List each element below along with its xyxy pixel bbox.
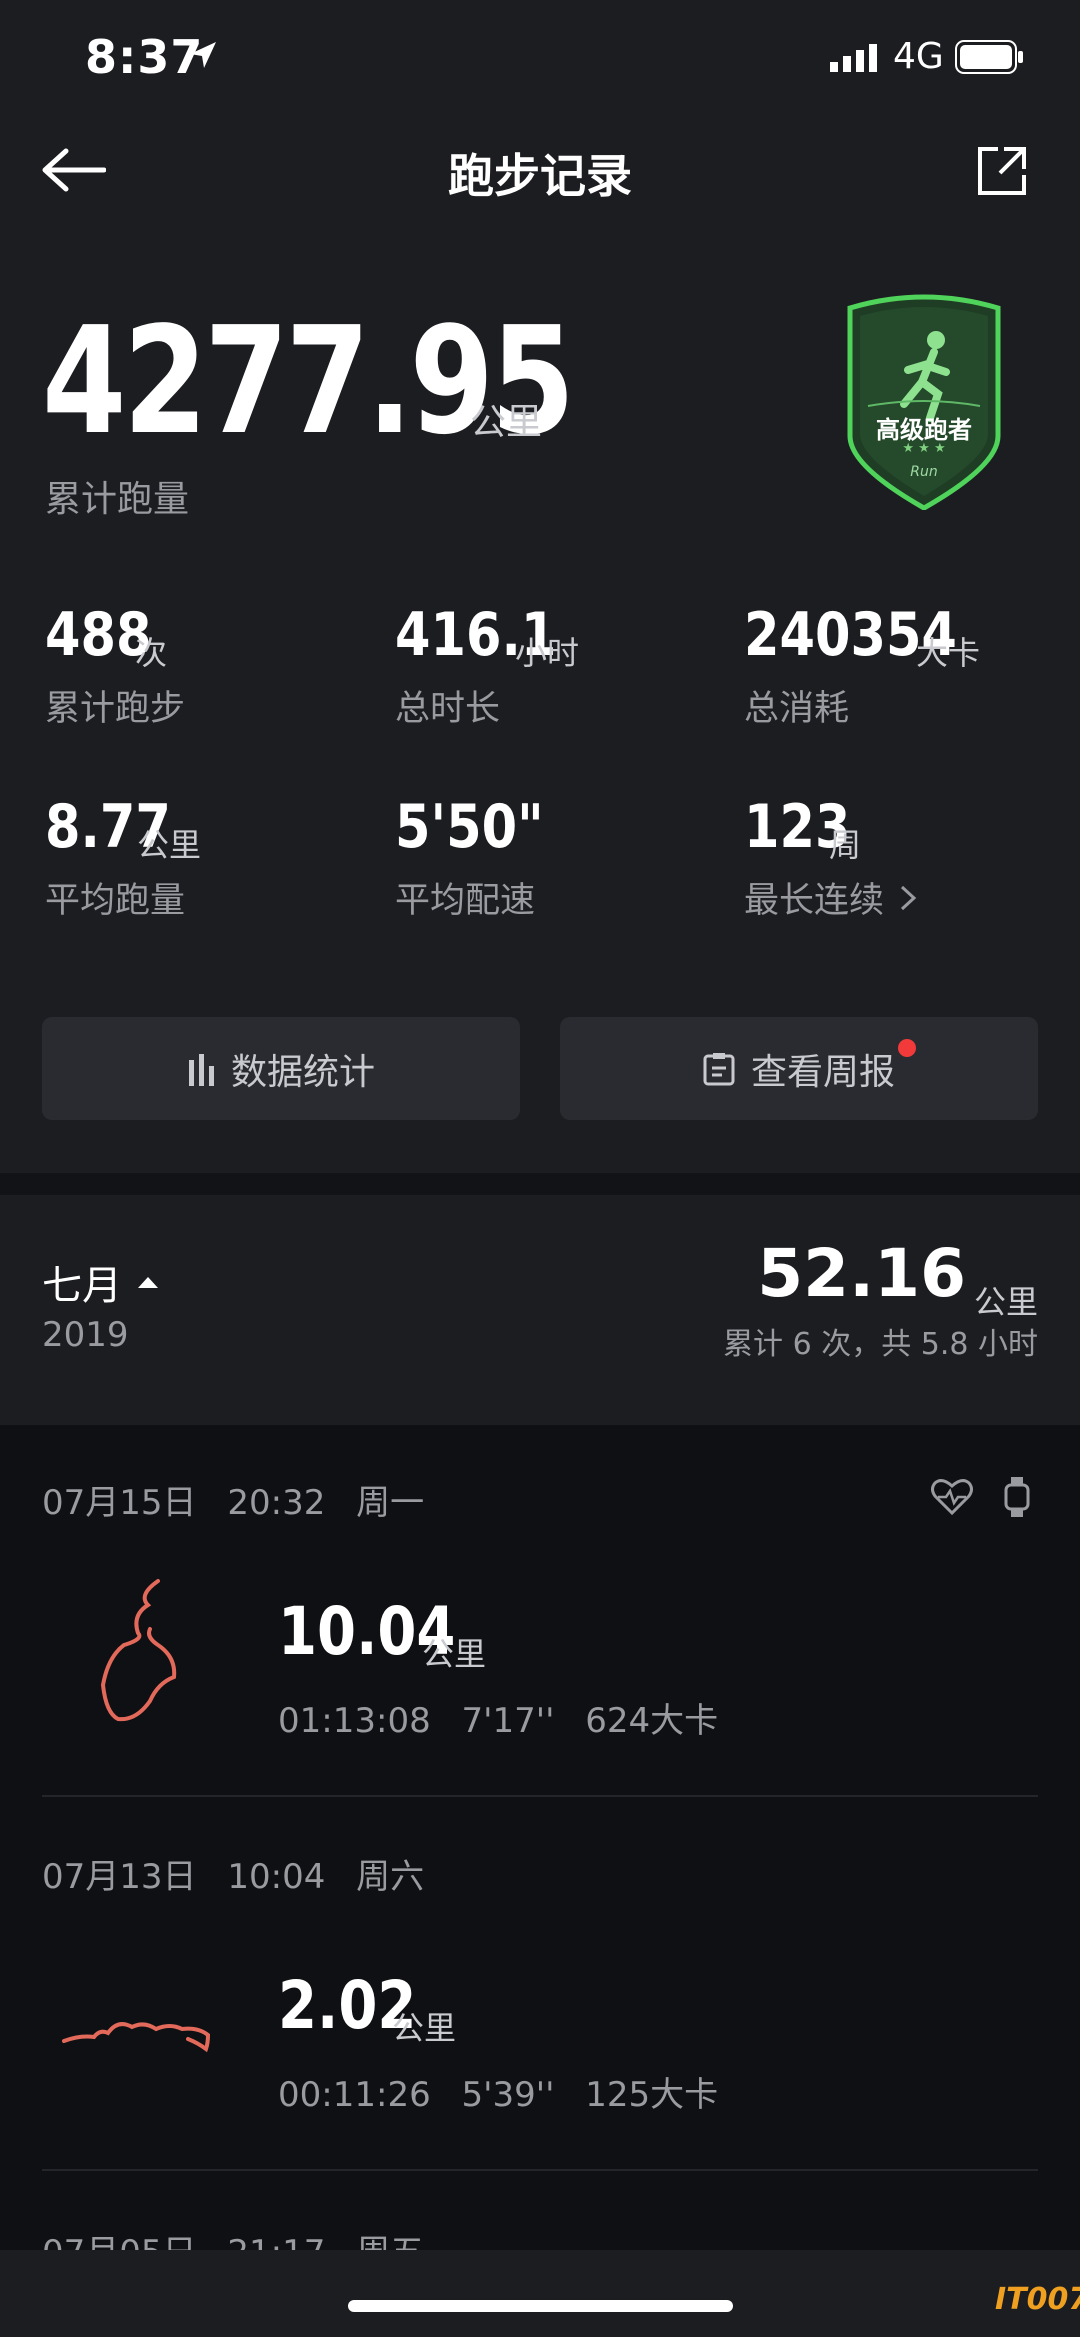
- data-statistics-button[interactable]: 数据统计: [42, 1017, 520, 1120]
- month-distance: 52.16: [757, 1235, 966, 1312]
- record-time: 20:32: [227, 1483, 326, 1523]
- bar-chart-icon: [188, 1053, 214, 1086]
- record-distance-row: 10.04 公里: [278, 1593, 678, 1673]
- caret-up-icon: [138, 1277, 158, 1288]
- home-indicator[interactable]: [348, 2300, 733, 2312]
- record-date: 07月05日: [42, 2233, 197, 2250]
- notification-dot: [898, 1039, 916, 1057]
- badge-sub: Run: [910, 464, 938, 480]
- network-type: 4G: [893, 36, 944, 77]
- record-unit: 公里: [422, 1635, 487, 1673]
- location-arrow-icon: [190, 42, 216, 68]
- month-summary: 七月 2019 公里 52.16 累计 6 次，共 5.8 小时: [0, 1195, 1080, 1425]
- record-time: 21:17: [227, 2233, 325, 2250]
- stat-total-time: 416.1 小时 总时长: [395, 600, 725, 731]
- record-pace: 7'17'': [461, 1701, 555, 1741]
- home-indicator-area: [0, 2250, 1080, 2337]
- stat-total-calories: 240354 大卡 总消耗: [744, 600, 1064, 731]
- record-calories: 624大卡: [585, 1701, 719, 1741]
- status-time: 8:37: [85, 30, 204, 84]
- stat-label: 平均跑量: [45, 881, 186, 921]
- record-weekday: 周一: [356, 1483, 425, 1523]
- record-weekday: 周六: [356, 1857, 425, 1897]
- chevron-right-icon: [901, 885, 917, 910]
- share-icon[interactable]: [976, 145, 1028, 197]
- stat-unit: 小时: [515, 634, 580, 672]
- route-map-icon: [100, 1579, 177, 1722]
- record-datetime: 07月15日 20:32 周一: [42, 1475, 424, 1524]
- record-meta: 01:13:08 7'17'' 624大卡: [278, 1693, 718, 1742]
- signal-icon: [830, 44, 877, 72]
- heart-rate-icon: [931, 1479, 973, 1516]
- stat-unit: 次: [135, 634, 168, 672]
- section-divider: [0, 1173, 1080, 1195]
- record-duration: 00:11:26: [278, 2075, 431, 2115]
- record-pace: 5'39'': [461, 2075, 555, 2115]
- data-statistics-label: 数据统计: [230, 1051, 375, 1093]
- month-selector[interactable]: 七月: [42, 1253, 160, 1311]
- list-divider: [42, 1795, 1038, 1797]
- record-time: 10:04: [227, 1857, 326, 1897]
- month-name: 七月: [42, 1263, 122, 1309]
- battery-icon: [955, 40, 1023, 74]
- watch-icon: [1004, 1477, 1030, 1517]
- stat-run-count: 488 次 累计跑步: [45, 600, 375, 731]
- route-map-icon: [62, 2022, 211, 2053]
- stat-unit: 公里: [137, 826, 202, 864]
- page-title: 跑步记录: [448, 149, 632, 203]
- stat-label: 最长连续: [744, 881, 885, 921]
- view-weekly-report-label: 查看周报: [750, 1051, 895, 1093]
- list-item[interactable]: 07月15日 20:32 周一 10.04 公里 01:13:08 7'17''…: [0, 1425, 1080, 1797]
- month-summary-text: 累计 6 次，共 5.8 小时: [723, 1327, 1038, 1362]
- badge-title: 高级跑者: [876, 416, 972, 444]
- runner-level-badge[interactable]: ★ ★ ★ 高级跑者 Run: [838, 286, 1010, 511]
- total-unit: 公里: [470, 402, 543, 443]
- stat-unit: 大卡: [916, 634, 981, 672]
- total-distance-row: 4277.95 公里: [42, 295, 742, 467]
- stat-value: 5'50": [395, 792, 544, 862]
- list-item[interactable]: 07月05日 21:17 周五: [0, 2173, 1080, 2250]
- record-date: 07月15日: [42, 1483, 197, 1523]
- stat-label: 总消耗: [744, 689, 850, 729]
- clipboard-icon: [703, 1052, 735, 1085]
- stat-label: 总时长: [395, 689, 501, 729]
- stat-unit: 周: [829, 826, 862, 864]
- record-duration: 01:13:08: [278, 1701, 431, 1741]
- record-distance-row: 2.02 公里: [278, 1967, 678, 2047]
- stat-label: 平均配速: [395, 881, 536, 921]
- record-weekday: 周五: [356, 2233, 424, 2250]
- stat-avg-distance: 8.77 公里 平均跑量: [45, 792, 375, 923]
- record-unit: 公里: [392, 2009, 457, 2047]
- list-divider: [42, 2169, 1038, 2171]
- run-record-list: 07月15日 20:32 周一 10.04 公里 01:13:08 7'17''…: [0, 1425, 1080, 2250]
- stat-avg-pace: 5'50" 平均配速: [395, 792, 725, 923]
- view-weekly-report-button[interactable]: 查看周报: [560, 1017, 1038, 1120]
- record-date: 07月13日: [42, 1857, 197, 1897]
- record-datetime: 07月05日 21:17 周五: [42, 2225, 424, 2250]
- record-meta: 00:11:26 5'39'' 125大卡: [278, 2067, 718, 2116]
- month-unit: 公里: [973, 1283, 1038, 1321]
- stat-label: 累计跑步: [45, 689, 186, 729]
- total-label: 累计跑量: [45, 479, 190, 520]
- record-datetime: 07月13日 10:04 周六: [42, 1849, 424, 1898]
- list-item[interactable]: 07月13日 10:04 周六 2.02 公里 00:11:26 5'39'' …: [0, 1799, 1080, 2171]
- status-bar: 8:37 4G: [0, 0, 1080, 120]
- month-distance-row: 公里 52.16: [678, 1235, 1038, 1321]
- month-year: 2019: [42, 1315, 129, 1355]
- watermark-logo: IT007: [995, 2282, 1080, 2317]
- record-calories: 125大卡: [585, 2075, 719, 2115]
- stat-longest-streak[interactable]: 123 周 最长连续: [744, 792, 1064, 923]
